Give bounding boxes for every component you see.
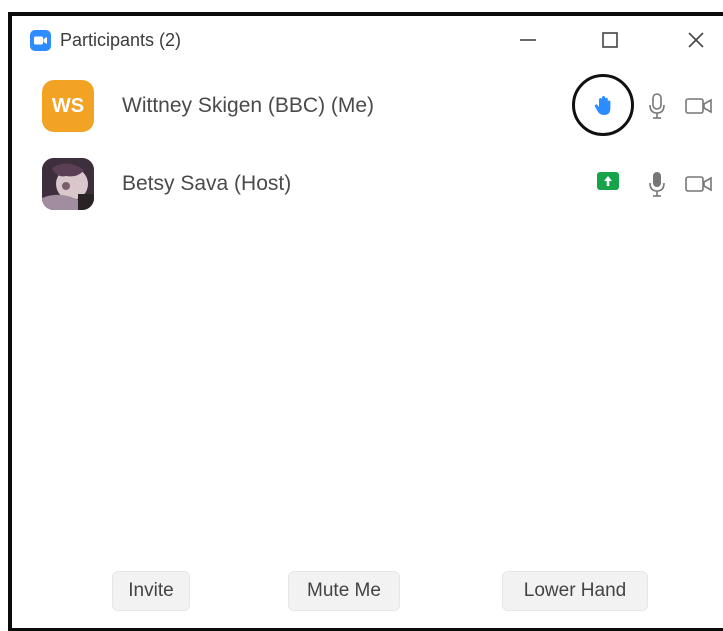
microphone-icon[interactable]	[646, 91, 668, 128]
video-camera-icon[interactable]	[684, 174, 714, 199]
participant-row[interactable]: Betsy Sava (Host)	[12, 152, 723, 230]
lower-hand-button[interactable]: Lower Hand	[502, 571, 648, 611]
participant-row[interactable]: WS Wittney Skigen (BBC) (Me)	[12, 74, 723, 152]
microphone-icon[interactable]	[646, 169, 668, 206]
participant-list: WS Wittney Skigen (BBC) (Me) Betsy Sava …	[12, 74, 723, 230]
title-bar: Participants (2)	[12, 16, 723, 68]
raised-hand-icon[interactable]	[590, 93, 616, 124]
zoom-app-icon	[30, 30, 51, 51]
close-icon[interactable]	[682, 26, 710, 54]
mute-me-button[interactable]: Mute Me	[288, 571, 400, 611]
screen-share-icon[interactable]	[597, 172, 619, 195]
minimize-icon[interactable]	[514, 26, 542, 54]
avatar-initials: WS	[51, 94, 85, 117]
participant-name: Wittney Skigen (BBC) (Me)	[122, 94, 375, 117]
maximize-icon[interactable]	[596, 26, 624, 54]
invite-button[interactable]: Invite	[112, 571, 190, 611]
window-title: Participants (2)	[60, 30, 182, 50]
avatar	[42, 158, 94, 210]
participants-window: Participants (2) WS Wittney Skigen (BBC)…	[8, 12, 723, 631]
video-camera-icon[interactable]	[684, 96, 714, 121]
avatar: WS	[42, 80, 94, 132]
participant-name: Betsy Sava (Host)	[122, 172, 292, 195]
